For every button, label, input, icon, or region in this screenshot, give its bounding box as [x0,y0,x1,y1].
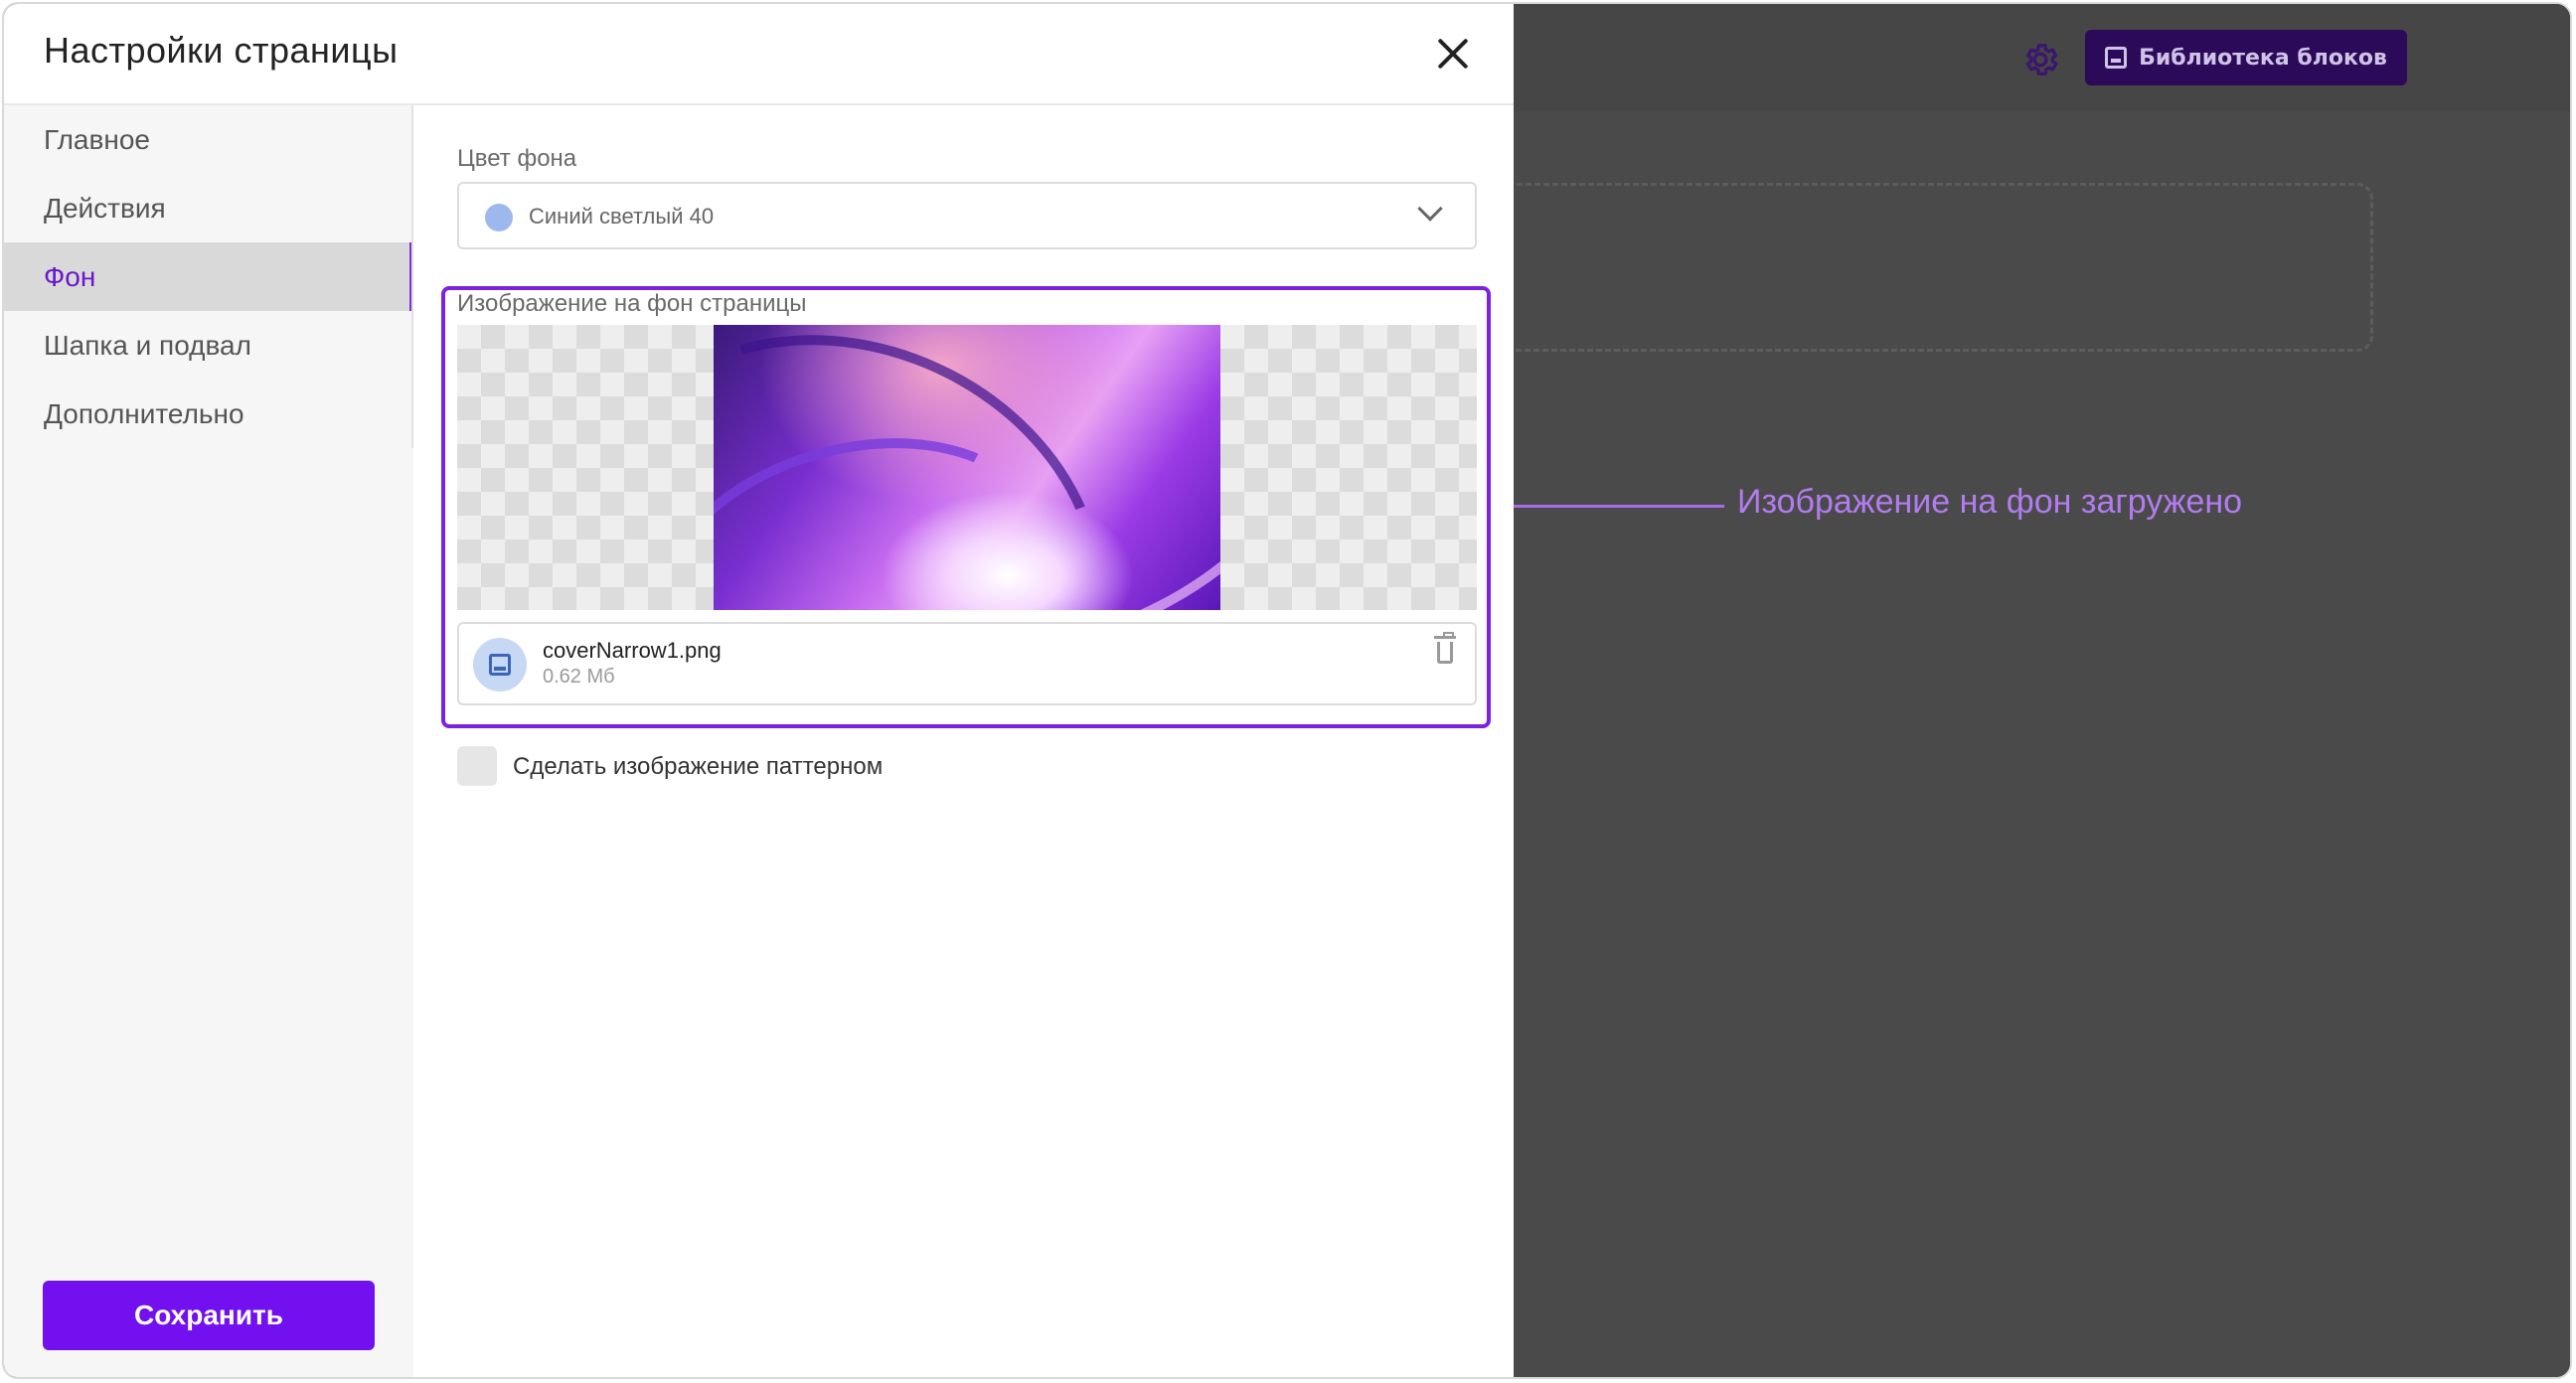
uploaded-image-thumbnail [714,325,1220,610]
bg-image-label: Изображение на фон страницы [457,290,807,317]
chevron-down-icon [1417,196,1443,222]
pattern-checkbox[interactable] [457,746,497,786]
page-settings-modal: Настройки страницы Главное Действия Фон … [4,4,1514,1377]
background-settings-panel: Цвет фона Синий светлый 40 Изображение н… [413,105,1514,1377]
settings-nav: Главное Действия Фон Шапка и подвал Допо… [4,105,413,448]
nav-item-advanced[interactable]: Дополнительно [4,380,413,448]
block-library-button[interactable]: Библиотека блоков [2085,30,2407,85]
color-swatch [485,204,513,231]
bg-color-label: Цвет фона [457,145,577,172]
file-name: coverNarrow1.png [543,638,722,663]
settings-sidebar: Главное Действия Фон Шапка и подвал Допо… [4,105,413,1377]
pattern-checkbox-label: Сделать изображение паттерном [513,753,884,780]
file-size: 0.62 Мб [543,666,615,688]
app-frame: Библиотека блоков Изображение на фон заг… [2,2,2572,1379]
gear-icon[interactable] [2020,40,2060,79]
block-library-label: Библиотека блоков [2139,45,2387,71]
modal-header: Настройки страницы [4,4,1514,105]
close-icon[interactable] [1435,36,1471,72]
block-drop-zone [1474,183,2373,352]
bg-image-preview [457,325,1477,610]
save-button[interactable]: Сохранить [43,1281,375,1350]
file-image-icon [473,638,527,692]
modal-title: Настройки страницы [44,30,399,71]
nav-item-background[interactable]: Фон [4,242,413,311]
callout-text: Изображение на фон загружено [1737,483,2243,521]
image-icon [2105,47,2128,69]
editor-topbar: Библиотека блоков [1514,4,2570,111]
trash-icon[interactable] [1434,632,1456,664]
nav-item-header-footer[interactable]: Шапка и подвал [4,311,413,380]
uploaded-file-row: coverNarrow1.png 0.62 Мб [457,622,1477,705]
nav-item-actions[interactable]: Действия [4,174,413,242]
bg-color-select[interactable]: Синий светлый 40 [457,182,1477,249]
bg-color-value: Синий светлый 40 [529,204,715,229]
nav-item-main[interactable]: Главное [4,105,413,174]
editor-area: Библиотека блоков Изображение на фон заг… [1474,4,2570,1377]
callout-line [1496,505,1724,508]
